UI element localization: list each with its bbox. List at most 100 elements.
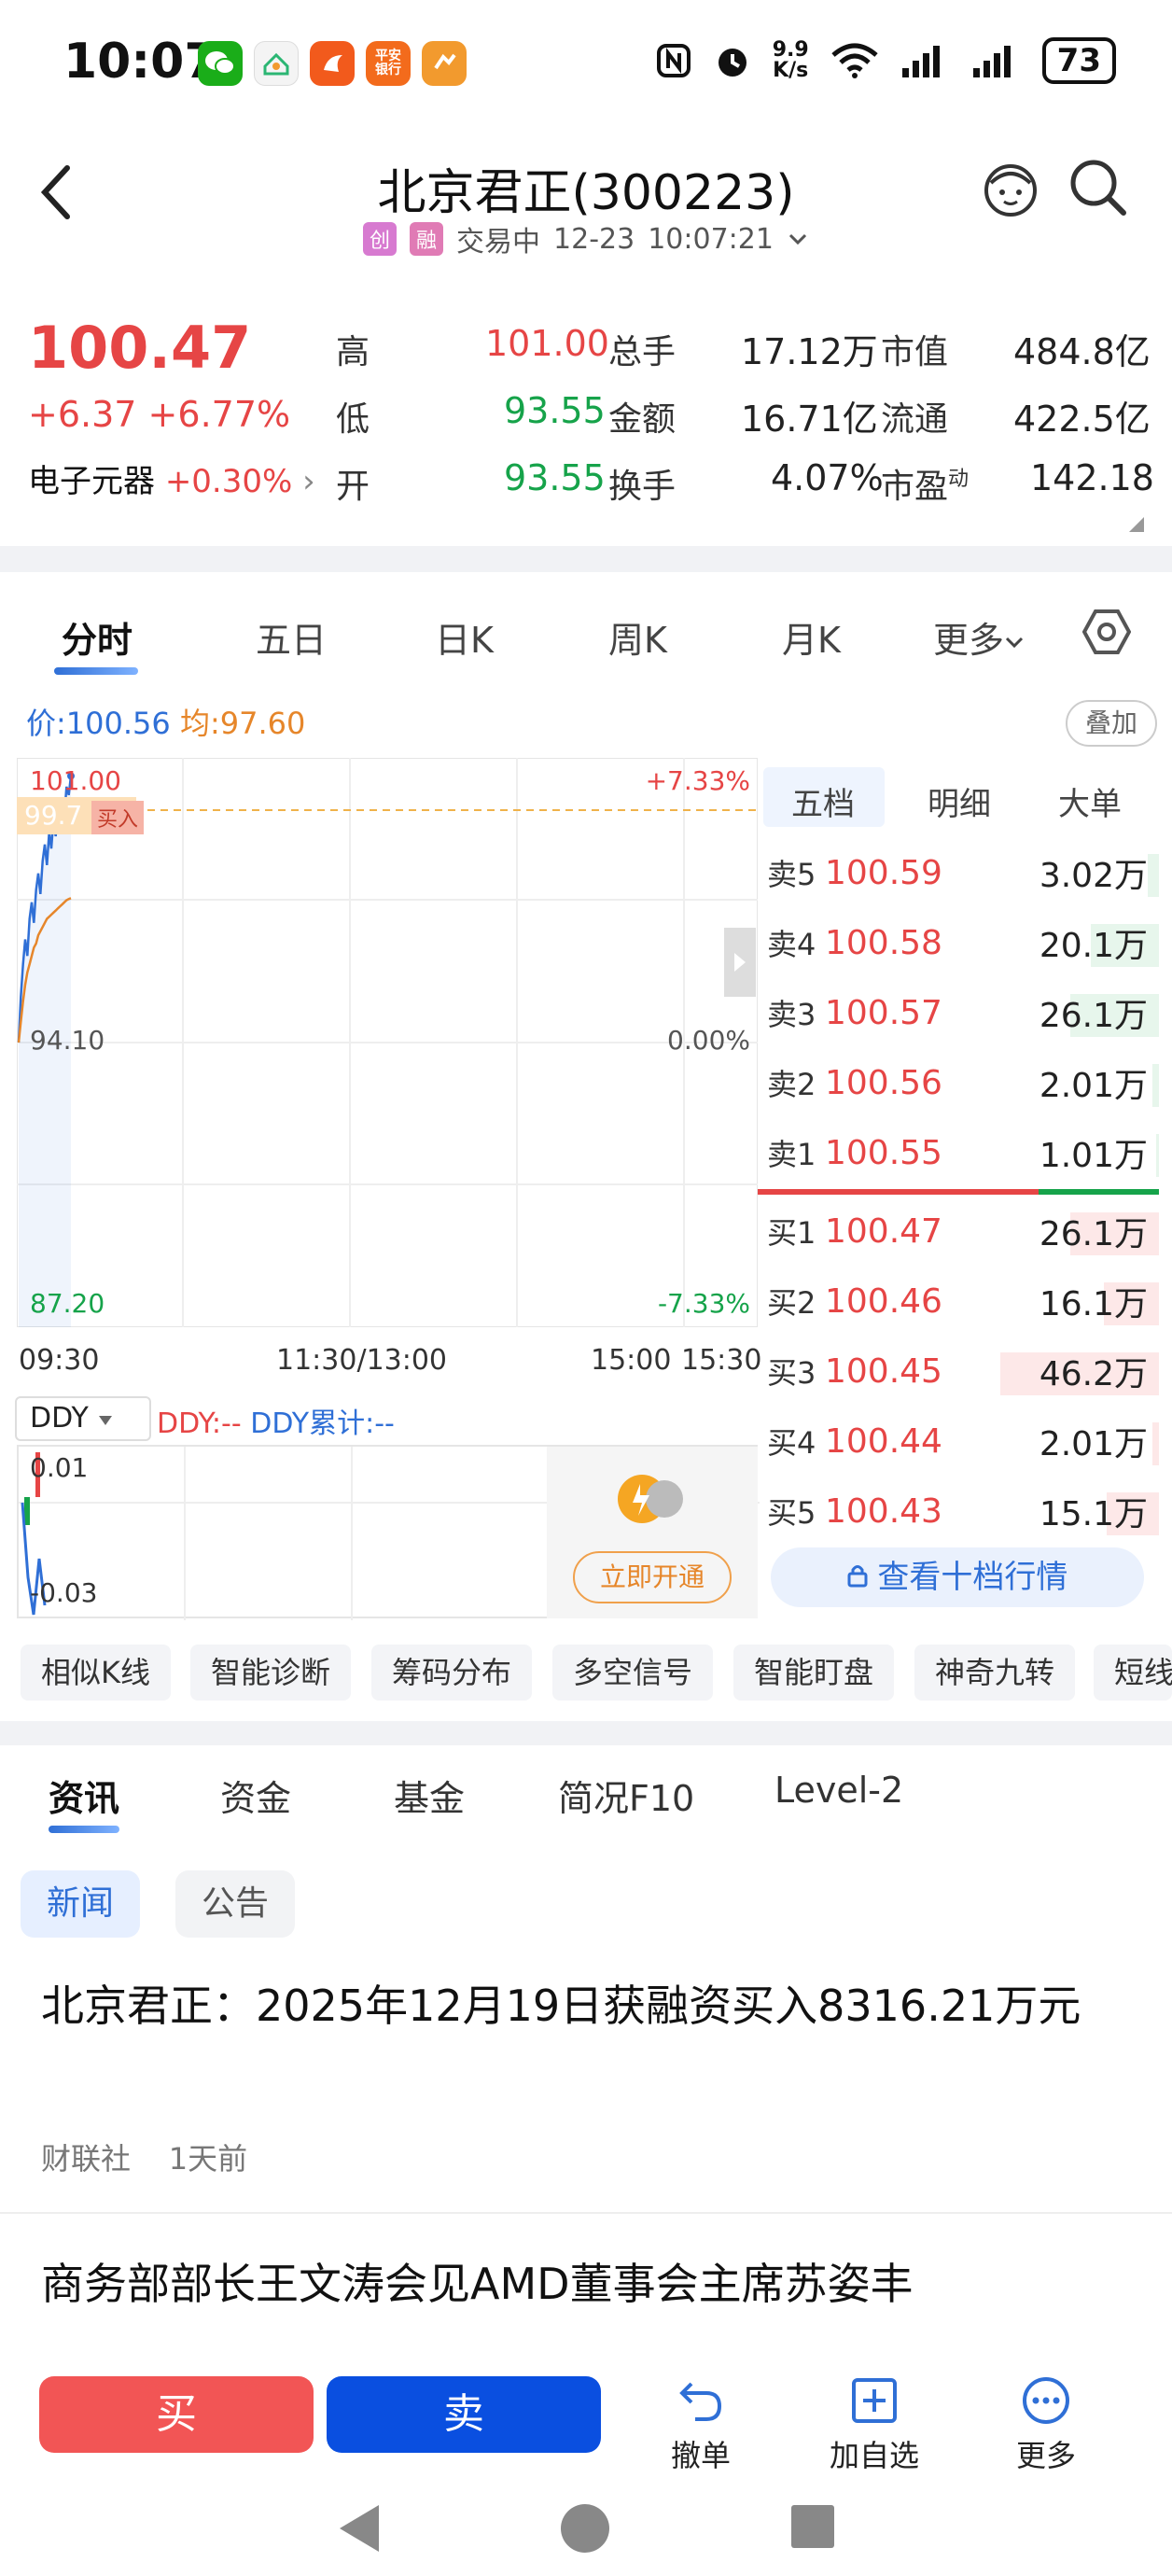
tab-five-level[interactable]: 五档 xyxy=(791,778,855,824)
y-axis-top-label: 101.00 xyxy=(30,765,121,796)
bid-level-row[interactable]: 买4 100.44 2.01万 xyxy=(758,1407,1159,1476)
chuang-tag: 创 xyxy=(363,222,398,256)
news-tabs: 资讯 资金 基金 简况F10 Level-2 xyxy=(0,1745,1172,1848)
ask-level-label: 卖1 xyxy=(767,1137,816,1172)
chevron-right-icon xyxy=(734,953,746,972)
tab-intraday[interactable]: 分时 xyxy=(62,611,133,663)
tab-detail[interactable]: 明细 xyxy=(928,778,991,824)
nav-recents-icon[interactable] xyxy=(789,2503,836,2550)
trading-status: 交易中 xyxy=(456,226,541,259)
ping-an-bank-icon: 平安 银行 xyxy=(366,41,411,86)
orange-app-icon xyxy=(422,41,467,86)
settings-hexagon-icon[interactable] xyxy=(1082,608,1131,656)
nav-back-icon[interactable] xyxy=(336,2503,383,2554)
ask-level-price: 100.56 xyxy=(825,1063,942,1102)
sector-link[interactable]: 电子元器 +0.30% › xyxy=(28,455,315,501)
tab-weekly-k[interactable]: 周K xyxy=(608,611,667,663)
turnover-value: 4.07% xyxy=(771,457,884,498)
tab-daily-k[interactable]: 日K xyxy=(435,611,494,663)
nav-home-icon[interactable] xyxy=(560,2503,610,2554)
ddy-bottom-value: -0.03 xyxy=(30,1577,98,1608)
ask-level-row[interactable]: 卖3 100.57 26.1万 xyxy=(758,978,1159,1047)
expand-panel-handle[interactable] xyxy=(724,928,756,997)
turnover-label: 换手 xyxy=(608,468,677,506)
bid-level-label: 买4 xyxy=(767,1425,816,1461)
tab-funds[interactable]: 基金 xyxy=(394,1770,465,1821)
ask-volume-bar xyxy=(1156,1134,1159,1177)
add-watchlist-button[interactable]: 加自选 xyxy=(814,2376,935,2475)
ask-level-row[interactable]: 卖4 100.58 20.1万 xyxy=(758,908,1159,977)
active-tab-underline xyxy=(54,667,138,675)
tab-monthly-k[interactable]: 月K xyxy=(782,611,841,663)
chip-smart-diagnosis[interactable]: 智能诊断 xyxy=(190,1645,352,1701)
ask-level-volume: 26.1万 xyxy=(984,988,1159,1037)
status-bar: 10:07 平安 银行 9.9 K/s 73 xyxy=(0,0,1172,131)
ask-level-volume: 20.1万 xyxy=(984,918,1159,967)
intraday-chart[interactable]: 101.00 99.7 买入 94.10 87.20 +7.33% 0.00% … xyxy=(16,757,759,1328)
indicator-selector[interactable]: DDY xyxy=(15,1396,151,1441)
pct-axis-bottom-label: -7.33% xyxy=(657,1288,750,1319)
search-icon[interactable] xyxy=(1066,155,1131,220)
assistant-robot-icon[interactable] xyxy=(978,155,1043,220)
ddy-value: DDY:-- xyxy=(157,1407,242,1440)
chip-similar-k[interactable]: 相似K线 xyxy=(21,1645,171,1701)
ask-level-price: 100.59 xyxy=(825,853,942,892)
low-value: 93.55 xyxy=(504,390,606,431)
bid-level-row[interactable]: 买5 100.43 15.1万 xyxy=(758,1477,1159,1546)
chevron-down-icon xyxy=(788,233,807,245)
sell-button[interactable]: 卖 xyxy=(327,2376,601,2453)
ddy-top-value: 0.01 xyxy=(30,1452,89,1483)
nfc-icon xyxy=(656,44,691,77)
bid-level-label: 买2 xyxy=(767,1285,816,1321)
buy-marker-tag: 买入 xyxy=(91,801,145,834)
more-actions-button[interactable]: 更多 xyxy=(985,2376,1107,2475)
quote-panel: 100.47 +6.37 +6.77% 电子元器 +0.30% › 高 101.… xyxy=(0,280,1172,541)
pe-label: 市盈动 xyxy=(881,468,970,506)
ask-level-row[interactable]: 卖2 100.56 2.01万 xyxy=(758,1048,1159,1117)
chip-chip-distribution[interactable]: 筹码分布 xyxy=(371,1645,533,1701)
news-headline-2[interactable]: 商务部部长王文涛会见AMD董事会主席苏姿丰 xyxy=(41,2249,1133,2318)
news-headline-1[interactable]: 北京君正：2025年12月19日获融资买入8316.21万元 xyxy=(41,1971,1133,2040)
buy-button[interactable]: 买 xyxy=(39,2376,314,2453)
bid-level-row[interactable]: 买3 100.45 46.2万 xyxy=(758,1337,1159,1406)
ask-volume-bar xyxy=(1152,1064,1159,1107)
tab-level2[interactable]: Level-2 xyxy=(774,1770,903,1811)
filter-announcement[interactable]: 公告 xyxy=(175,1870,296,1938)
dropdown-caret-icon xyxy=(99,1416,113,1425)
chip-short-term[interactable]: 短线 xyxy=(1094,1645,1172,1701)
tab-f10[interactable]: 简况F10 xyxy=(558,1770,694,1821)
activate-now-button[interactable]: 立即开通 xyxy=(573,1551,732,1603)
wifi-icon xyxy=(831,43,878,78)
ask-level-label: 卖5 xyxy=(767,857,816,892)
expand-corner-icon[interactable] xyxy=(1129,517,1144,532)
tab-news[interactable]: 资讯 xyxy=(49,1770,119,1821)
overlay-button[interactable]: 叠加 xyxy=(1066,700,1157,747)
trading-status-row[interactable]: 创 融 交易中 12-23 10:07:21 xyxy=(0,218,1172,259)
open-value: 93.55 xyxy=(504,457,606,498)
last-price: 100.47 xyxy=(28,314,252,382)
ask-level-volume: 1.01万 xyxy=(984,1128,1159,1177)
bid-level-label: 买1 xyxy=(767,1215,816,1251)
chip-magic-nine[interactable]: 神奇九转 xyxy=(914,1645,1076,1701)
market-cap-label: 市值 xyxy=(881,333,949,371)
battery-indicator: 73 xyxy=(1041,37,1116,84)
tab-large-orders[interactable]: 大单 xyxy=(1058,778,1122,824)
bid-level-row[interactable]: 买2 100.46 16.1万 xyxy=(758,1267,1159,1336)
tab-five-day[interactable]: 五日 xyxy=(256,611,327,663)
ask-level-row[interactable]: 卖5 100.59 3.02万 xyxy=(758,838,1159,907)
signal-2-icon xyxy=(972,46,1011,77)
chip-long-short-signal[interactable]: 多空信号 xyxy=(552,1645,714,1701)
intraday-chart-svg xyxy=(16,757,759,1328)
chip-smart-watch[interactable]: 智能盯盘 xyxy=(733,1645,895,1701)
tab-more[interactable]: 更多 xyxy=(933,611,1025,663)
ask-level-row[interactable]: 卖1 100.55 1.01万 xyxy=(758,1118,1159,1187)
ten-level-button[interactable]: 查看十档行情 xyxy=(771,1547,1144,1607)
bid-level-row[interactable]: 买1 100.47 26.1万 xyxy=(758,1197,1159,1266)
bid-level-price: 100.44 xyxy=(825,1421,942,1461)
bid-level-label: 买3 xyxy=(767,1355,816,1391)
filter-news[interactable]: 新闻 xyxy=(21,1870,141,1938)
cancel-order-button[interactable]: 撤单 xyxy=(640,2376,761,2475)
bid-level-price: 100.46 xyxy=(825,1281,942,1321)
pe-value: 142.18 xyxy=(1030,457,1154,498)
tab-capital[interactable]: 资金 xyxy=(220,1770,291,1821)
